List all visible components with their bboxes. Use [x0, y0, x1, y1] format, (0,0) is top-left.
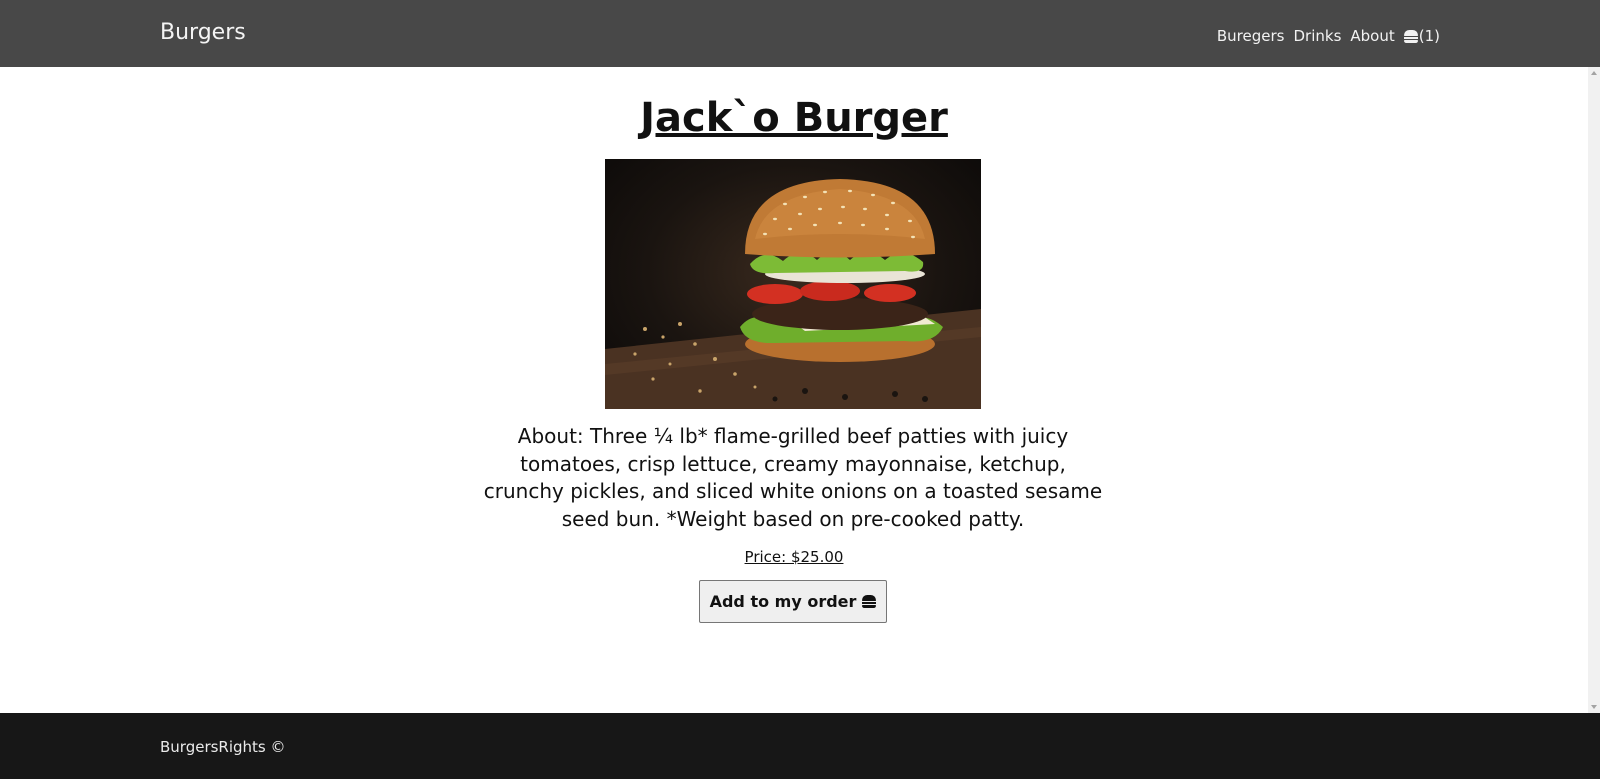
- page-footer: BurgersRights ©: [0, 713, 1600, 779]
- product-image: [605, 159, 981, 409]
- footer-copyright: BurgersRights ©: [160, 738, 286, 756]
- page-scrollbar[interactable]: [1588, 67, 1600, 713]
- cart-count: (1): [1418, 27, 1440, 45]
- scroll-down-arrow-icon[interactable]: [1591, 705, 1597, 709]
- add-to-order-label: Add to my order: [709, 592, 857, 611]
- product-page: Jack`o Burger About: Three ¼ lb* flame-g…: [0, 67, 1588, 713]
- top-navbar: Burgers Buregers Drinks About (1): [0, 0, 1600, 67]
- main-nav: Buregers Drinks About (1): [1217, 27, 1440, 45]
- burger-icon: [862, 595, 877, 608]
- nav-link-burgers[interactable]: Buregers: [1217, 27, 1285, 45]
- burger-icon: [1403, 29, 1418, 43]
- product-description: About: Three ¼ lb* flame-grilled beef pa…: [483, 424, 1103, 531]
- cart-link[interactable]: (1): [1403, 27, 1440, 45]
- add-to-order-button[interactable]: Add to my order: [699, 580, 887, 623]
- nav-link-about[interactable]: About: [1350, 27, 1394, 45]
- brand-logo-link[interactable]: Burgers: [160, 20, 246, 45]
- product-price: Price: $25.00: [744, 548, 844, 566]
- product-title: Jack`o Burger: [640, 95, 948, 141]
- scroll-up-arrow-icon[interactable]: [1591, 71, 1597, 75]
- nav-link-drinks[interactable]: Drinks: [1293, 27, 1341, 45]
